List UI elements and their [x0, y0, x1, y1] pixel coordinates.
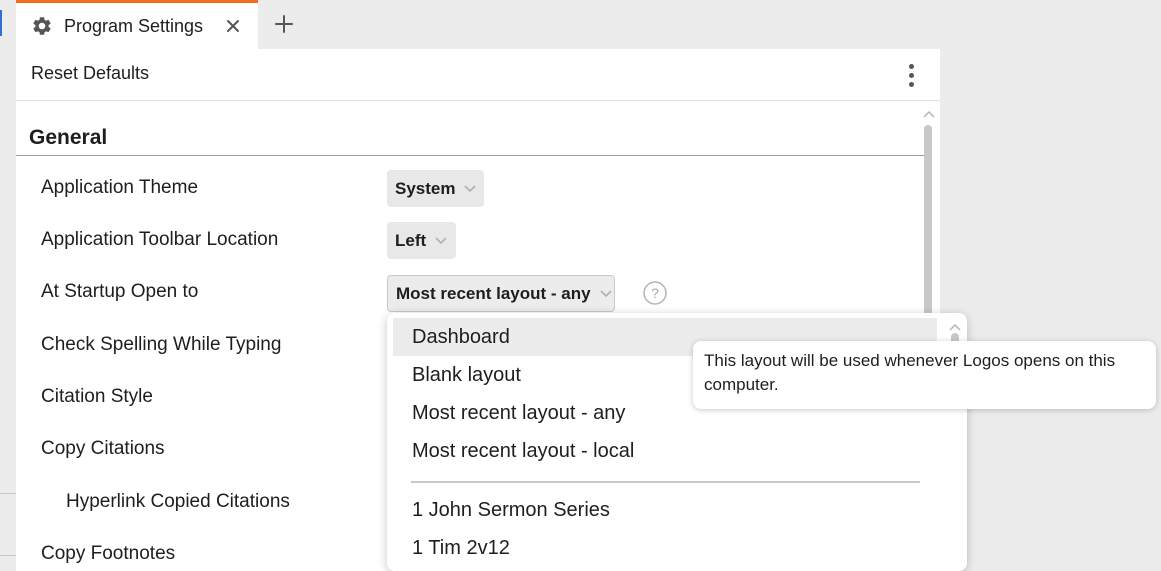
divider: [0, 493, 16, 494]
setting-label-hyperlink-citations: Hyperlink Copied Citations: [66, 491, 290, 512]
setting-label-startup-open: At Startup Open to: [41, 281, 199, 302]
panel-toolbar: Reset Defaults: [16, 49, 940, 101]
setting-label-copy-citations: Copy Citations: [41, 438, 165, 459]
section-divider: [16, 155, 924, 156]
dropdown-separator: [411, 481, 920, 483]
application-theme-select[interactable]: System: [387, 170, 484, 207]
adjacent-window-edge: [0, 10, 2, 36]
setting-label-citation-style: Citation Style: [41, 386, 153, 407]
setting-label-application-theme: Application Theme: [41, 177, 199, 198]
setting-label-check-spelling: Check Spelling While Typing: [41, 334, 282, 355]
chevron-down-icon: [599, 287, 613, 301]
dropdown-scroll-up-icon[interactable]: [948, 319, 962, 331]
select-value: Most recent layout - any: [396, 283, 591, 303]
chevron-down-icon: [434, 234, 448, 248]
chevron-down-icon: [463, 182, 477, 196]
svg-text:?: ?: [651, 285, 659, 301]
close-icon[interactable]: [222, 13, 244, 39]
divider: [0, 555, 16, 556]
setting-label-toolbar-location: Application Toolbar Location: [41, 229, 279, 250]
vertical-scrollbar-thumb[interactable]: [924, 125, 932, 335]
select-value: System: [395, 178, 456, 198]
new-tab-plus-icon[interactable]: [270, 10, 298, 38]
select-value: Left: [395, 230, 427, 250]
dropdown-option-recent-local[interactable]: Most recent layout - local: [387, 432, 967, 470]
toolbar-location-select[interactable]: Left: [387, 222, 456, 259]
gear-icon: [30, 14, 54, 38]
more-options-icon[interactable]: [900, 61, 922, 89]
reset-defaults-button[interactable]: Reset Defaults: [31, 63, 149, 84]
setting-label-copy-footnotes: Copy Footnotes: [41, 543, 176, 564]
section-title: General: [29, 126, 108, 149]
dropdown-option-layout[interactable]: 1 Tim 2v12: [387, 529, 967, 567]
dropdown-option-layout[interactable]: 1 John Sermon Series: [387, 491, 967, 529]
scroll-up-arrow-icon[interactable]: [922, 106, 936, 120]
tab-title: Program Settings: [64, 15, 204, 36]
tab-program-settings[interactable]: Program Settings: [16, 0, 258, 49]
help-tooltip: This layout will be used whenever Logos …: [693, 341, 1156, 409]
startup-layout-select[interactable]: Most recent layout - any: [387, 275, 615, 312]
help-question-icon[interactable]: ?: [643, 281, 667, 305]
